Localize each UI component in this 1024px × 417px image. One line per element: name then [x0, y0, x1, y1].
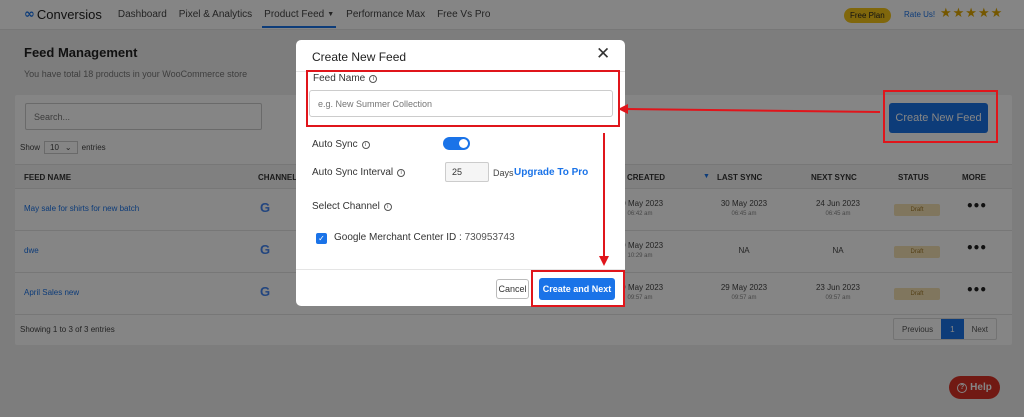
annotation-box-create-next	[531, 270, 625, 307]
info-icon[interactable]: i	[383, 202, 392, 211]
info-icon[interactable]: i	[361, 140, 370, 149]
select-channel-label: Select Channel i	[312, 201, 392, 212]
upgrade-to-pro-link[interactable]: Upgrade To Pro	[514, 167, 588, 178]
annotation-box-feed-name	[306, 70, 620, 127]
auto-sync-label: Auto Sync i	[312, 139, 370, 150]
days-label: Days	[493, 168, 514, 178]
cancel-button[interactable]: Cancel	[496, 279, 529, 299]
auto-sync-toggle[interactable]	[443, 137, 470, 150]
google-merchant-center-label[interactable]: Google Merchant Center ID : 730953743	[334, 232, 515, 243]
channel-label: Google Merchant Center ID :	[334, 232, 462, 243]
close-icon[interactable]: ✕	[596, 44, 610, 64]
channel-id: 730953743	[464, 232, 515, 243]
check-icon[interactable]: ✓	[316, 233, 327, 244]
auto-sync-interval-label-text: Auto Sync Interval	[312, 167, 394, 178]
annotation-box-create-feed	[883, 90, 998, 143]
select-channel-label-text: Select Channel	[312, 201, 380, 212]
auto-sync-interval-input[interactable]	[445, 162, 489, 182]
modal-title: Create New Feed	[312, 50, 407, 64]
auto-sync-interval-label: Auto Sync Interval i	[312, 167, 406, 178]
auto-sync-label-text: Auto Sync	[312, 139, 358, 150]
info-icon[interactable]: i	[397, 168, 406, 177]
